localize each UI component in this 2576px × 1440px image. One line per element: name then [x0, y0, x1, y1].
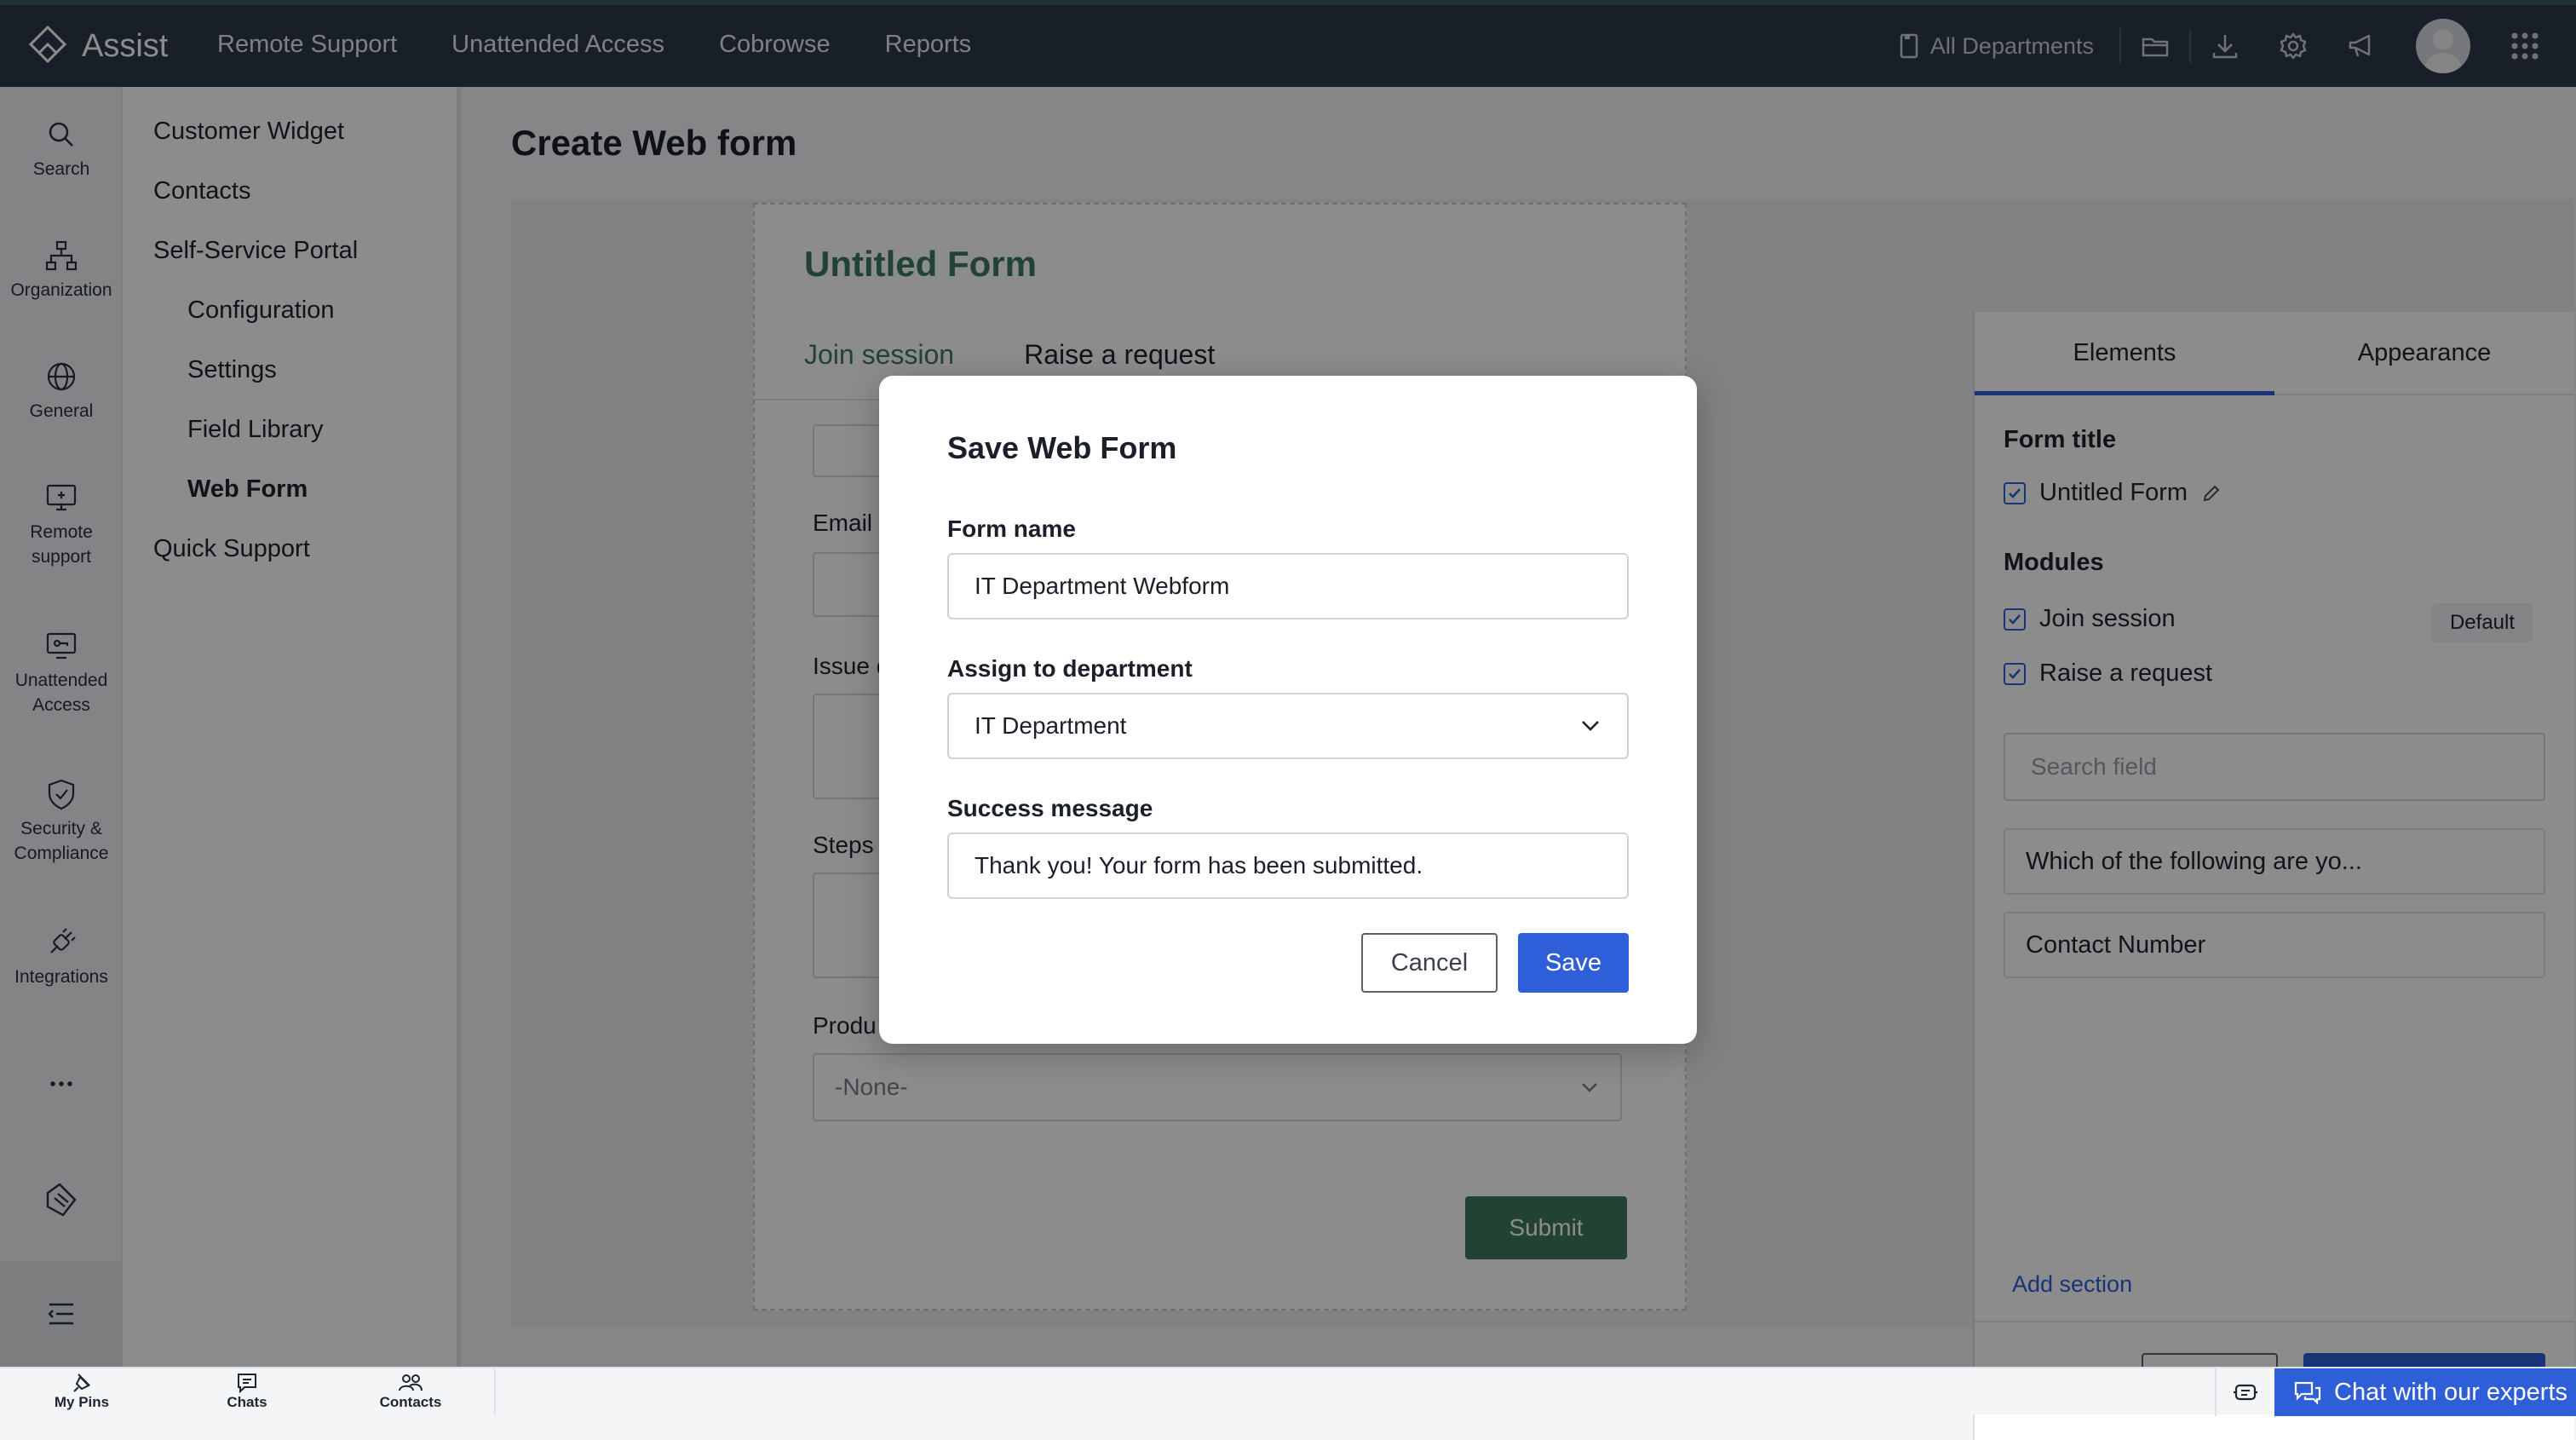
dialog-cancel-button[interactable]: Cancel [1361, 933, 1498, 993]
statusbar-divider [494, 1368, 496, 1416]
chat-with-experts-button[interactable]: Chat with our experts [2274, 1368, 2576, 1416]
my-pins-label: My Pins [54, 1394, 110, 1410]
success-message-input[interactable]: Thank you! Your form has been submitted. [947, 832, 1629, 899]
chats-button[interactable]: Chats [204, 1372, 290, 1411]
chat-experts-label: Chat with our experts [2334, 1378, 2568, 1406]
chat-experts-icon [2294, 1381, 2321, 1405]
dialog-save-button[interactable]: Save [1518, 933, 1629, 993]
department-select[interactable]: IT Department [947, 693, 1629, 759]
support-chat-icon [2234, 1384, 2257, 1401]
save-web-form-dialog: Save Web Form Form name IT Department We… [879, 376, 1697, 1044]
chats-label: Chats [227, 1394, 267, 1410]
contacts-label: Contacts [379, 1394, 442, 1410]
department-label: Assign to department [947, 655, 1193, 682]
dialog-title: Save Web Form [947, 430, 1177, 465]
success-message-label: Success message [947, 795, 1153, 821]
pin-icon [73, 1374, 90, 1392]
my-pins-button[interactable]: My Pins [39, 1372, 124, 1411]
support-chat-button[interactable] [2215, 1368, 2274, 1416]
chat-bubble-icon [238, 1374, 256, 1394]
form-name-input[interactable]: IT Department Webform [947, 553, 1629, 619]
chevron-down-icon [1582, 721, 1599, 731]
form-name-label: Form name [947, 516, 1076, 542]
contacts-icon [399, 1374, 423, 1391]
contacts-button[interactable]: Contacts [368, 1372, 453, 1411]
bottom-status-bar: My Pins Chats Contacts Chat with our exp… [0, 1367, 2576, 1416]
department-select-value: IT Department [975, 712, 1127, 739]
